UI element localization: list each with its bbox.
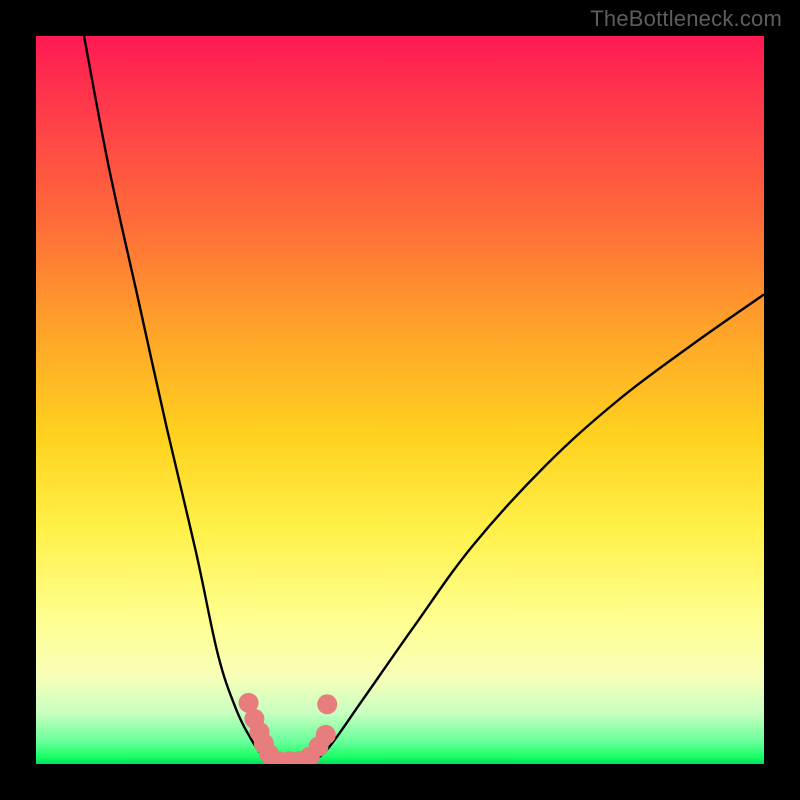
marker-point	[317, 694, 337, 714]
plot-area	[36, 36, 764, 764]
curve-left	[84, 36, 273, 762]
curve-right	[309, 294, 764, 761]
watermark-text: TheBottleneck.com	[590, 6, 782, 32]
marker-points	[239, 693, 338, 764]
chart-svg	[36, 36, 764, 764]
marker-point	[316, 725, 336, 745]
chart-frame: TheBottleneck.com	[0, 0, 800, 800]
